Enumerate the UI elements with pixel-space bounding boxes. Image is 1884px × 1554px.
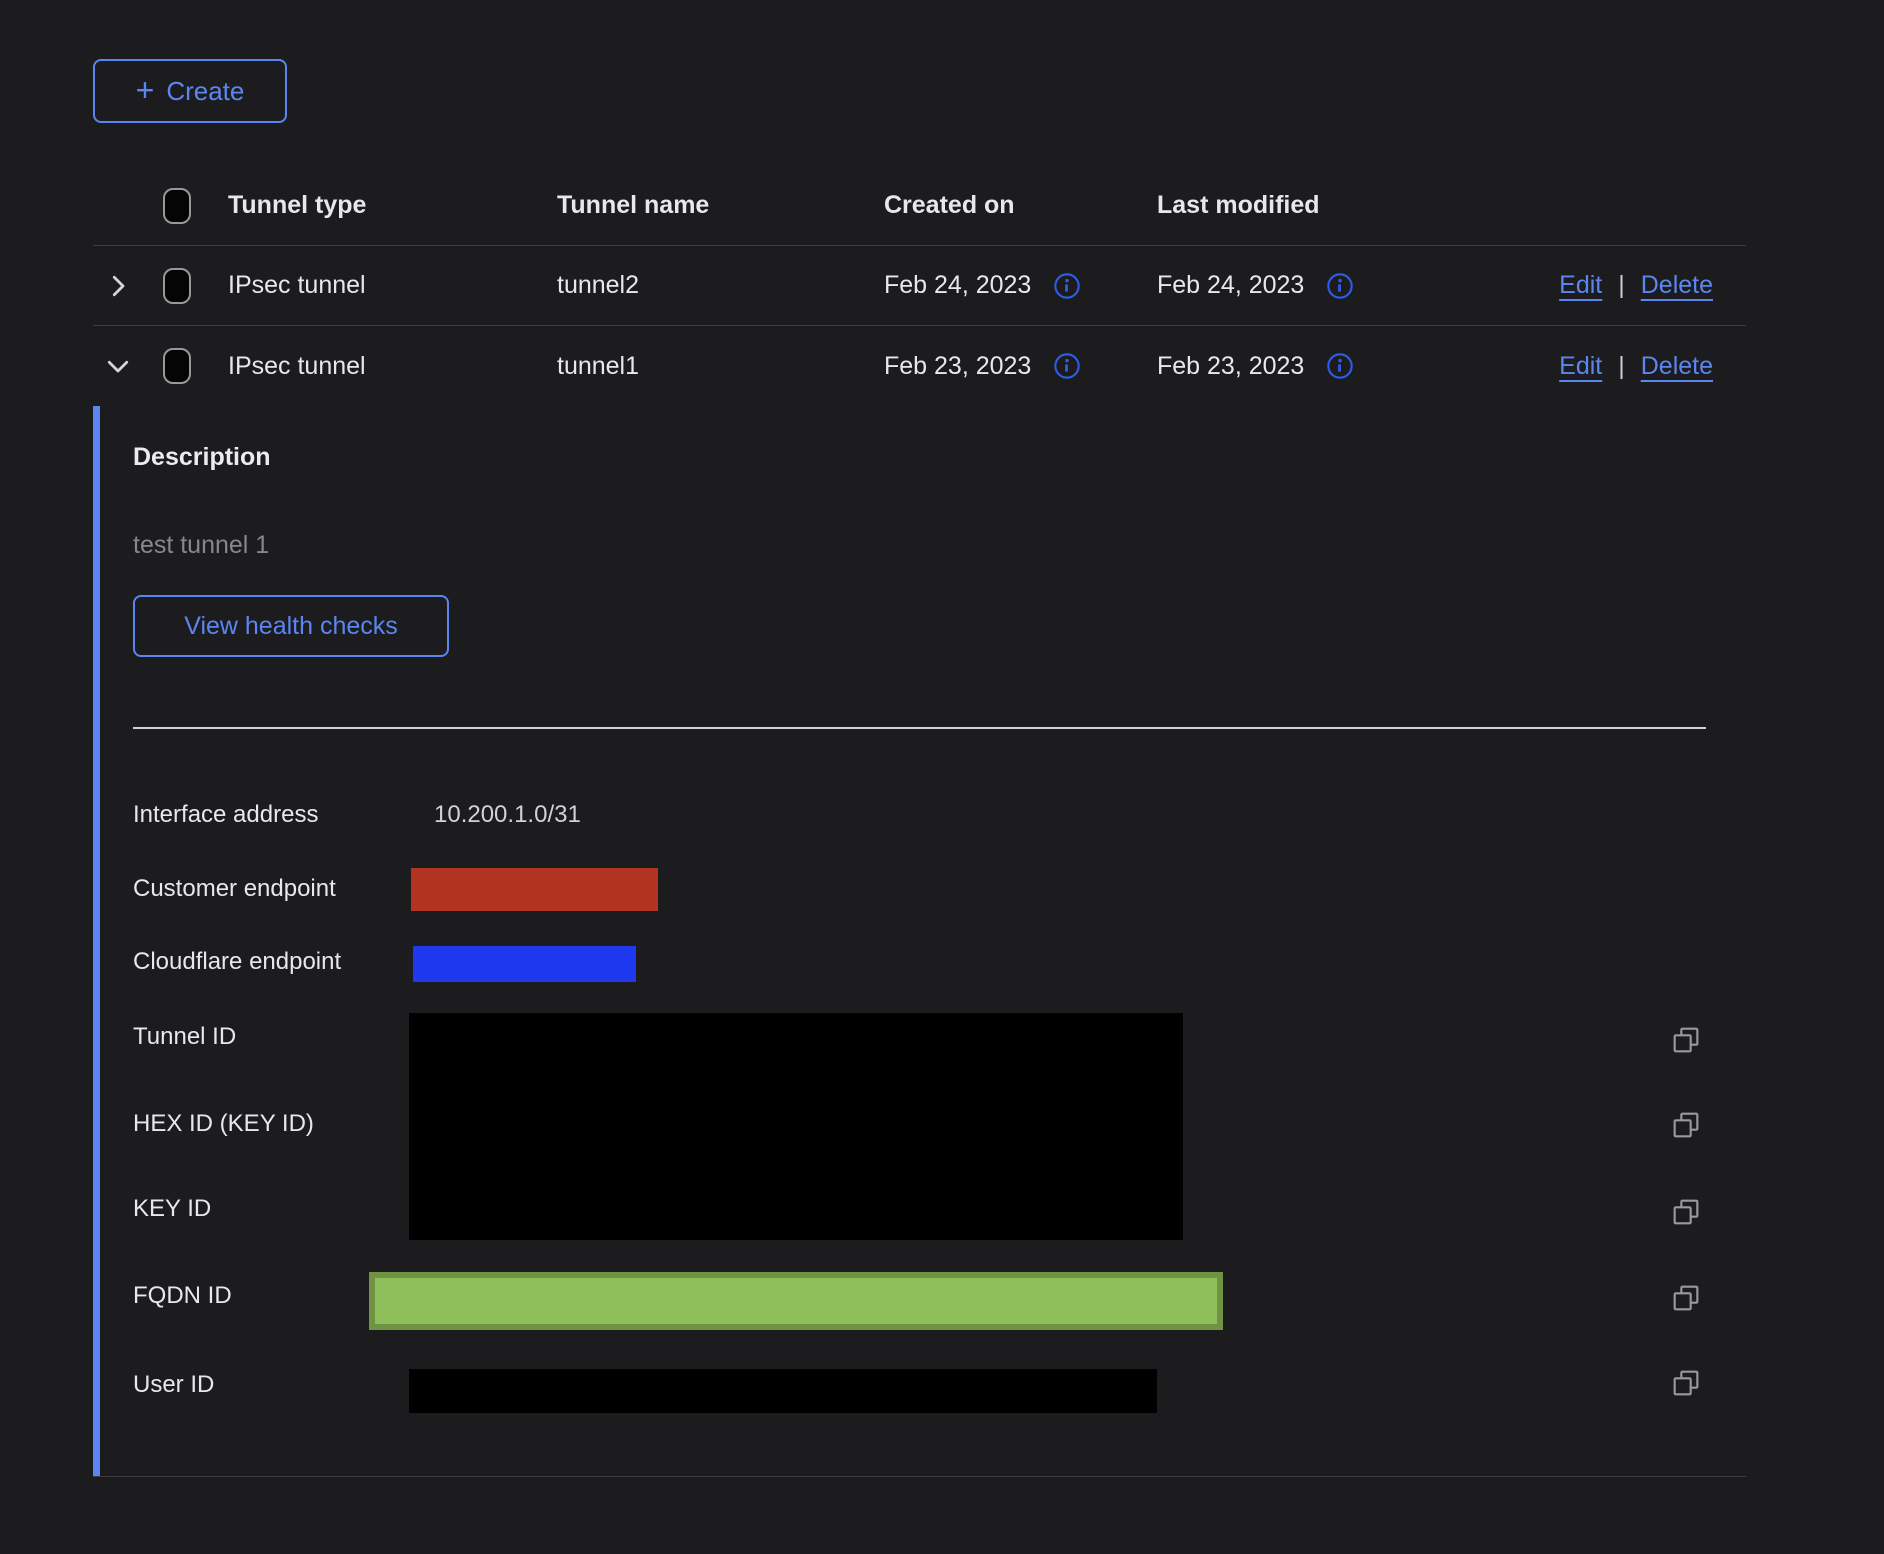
table-row: IPsec tunnel tunnel1 Feb 23, 2023 Feb 23… [93,326,1746,406]
hex-id-label: HEX ID (KEY ID) [133,1110,314,1138]
collapse-row-button[interactable] [93,351,163,381]
copy-icon [1670,1024,1702,1056]
fqdn-id-redaction [369,1272,1223,1330]
row-checkbox[interactable] [163,348,191,384]
table-row: IPsec tunnel tunnel2 Feb 24, 2023 Feb 24… [93,246,1746,326]
cloudflare-endpoint-label: Cloudflare endpoint [133,948,341,976]
expanded-row-indicator-bar [93,406,100,1476]
plus-icon: + [136,74,155,106]
interface-address-label: Interface address [133,801,318,829]
copy-tunnel-id-button[interactable] [1670,1024,1702,1056]
created-on-value: Feb 24, 2023 [884,271,1031,300]
tunnel-type-value: IPsec tunnel [228,352,557,381]
section-divider [133,727,1706,729]
link-separator: | [1618,352,1625,381]
copy-icon [1670,1196,1702,1228]
user-id-redaction [409,1369,1157,1413]
interface-address-value: 10.200.1.0/31 [434,801,581,829]
copy-icon [1670,1282,1702,1314]
copy-hex-id-button[interactable] [1670,1109,1702,1141]
create-button[interactable]: + Create [93,59,287,123]
user-id-label: User ID [133,1371,214,1399]
expand-row-button[interactable] [93,271,163,301]
fqdn-id-label: FQDN ID [133,1282,232,1310]
edit-link[interactable]: Edit [1559,352,1602,381]
info-icon[interactable] [1053,272,1081,300]
chevron-down-icon [103,351,133,381]
create-button-label: Create [166,76,244,107]
copy-key-id-button[interactable] [1670,1196,1702,1228]
row-checkbox[interactable] [163,268,191,304]
tunnel-id-label: Tunnel ID [133,1023,236,1051]
table-header-row: Tunnel type Tunnel name Created on Last … [93,166,1746,246]
tunnel-detail-panel: Description test tunnel 1 View health ch… [93,406,1746,1477]
copy-icon [1670,1367,1702,1399]
link-separator: | [1618,271,1625,300]
last-modified-value: Feb 23, 2023 [1157,352,1304,381]
tunnels-table: Tunnel type Tunnel name Created on Last … [93,166,1746,406]
header-last-modified: Last modified [1157,191,1483,220]
header-tunnel-type: Tunnel type [228,191,557,220]
copy-icon [1670,1109,1702,1141]
description-label: Description [133,443,271,472]
key-id-label: KEY ID [133,1195,211,1223]
customer-endpoint-label: Customer endpoint [133,875,336,903]
tunnel-name-value: tunnel1 [557,352,884,381]
chevron-right-icon [103,271,133,301]
last-modified-value: Feb 24, 2023 [1157,271,1304,300]
delete-link[interactable]: Delete [1641,271,1713,300]
tunnels-page: + Create Tunnel type Tunnel name Created… [0,0,1884,1554]
tunnel-type-value: IPsec tunnel [228,271,557,300]
view-health-checks-button[interactable]: View health checks [133,595,449,657]
created-on-value: Feb 23, 2023 [884,352,1031,381]
edit-link[interactable]: Edit [1559,271,1602,300]
description-value: test tunnel 1 [133,531,269,560]
copy-fqdn-id-button[interactable] [1670,1282,1702,1314]
select-all-checkbox[interactable] [163,188,191,224]
tunnel-id-redaction [409,1013,1183,1240]
customer-endpoint-redaction [411,868,658,911]
header-created-on: Created on [884,191,1157,220]
cloudflare-endpoint-redaction [413,946,636,982]
tunnel-name-value: tunnel2 [557,271,884,300]
delete-link[interactable]: Delete [1641,352,1713,381]
header-tunnel-name: Tunnel name [557,191,884,220]
info-icon[interactable] [1326,272,1354,300]
copy-user-id-button[interactable] [1670,1367,1702,1399]
info-icon[interactable] [1326,352,1354,380]
info-icon[interactable] [1053,352,1081,380]
